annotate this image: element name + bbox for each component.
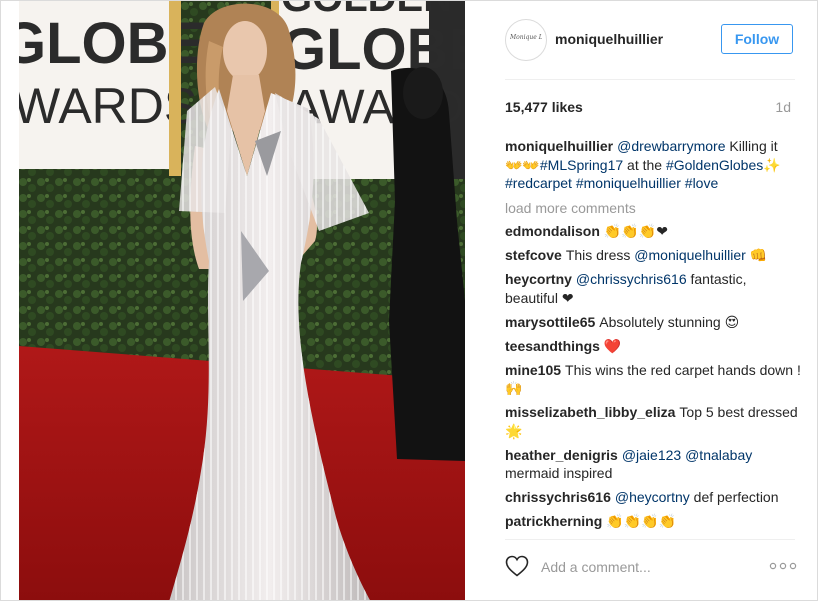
comment-text: 👏👏👏❤ (603, 223, 668, 239)
caption-text-2: at the (623, 156, 666, 173)
comment-mention[interactable]: @heycortny (615, 489, 690, 505)
comment-mention[interactable]: @jaie123 (622, 447, 681, 463)
like-count[interactable]: 15,477 likes (505, 99, 583, 115)
caption-hashtag-mlspring17[interactable]: #MLSpring17 (540, 157, 623, 173)
post-username[interactable]: moniquelhuillier (555, 31, 663, 47)
load-more-comments-link[interactable]: load more comments (505, 199, 801, 218)
sign-text-globe-right: GLOBE (281, 17, 465, 82)
comment-text: Absolutely stunning 😍 (599, 313, 740, 330)
comment-mention[interactable]: @moniquelhuillier (634, 247, 746, 263)
comment-item: edmondalison 👏👏👏❤ (505, 222, 801, 241)
comment-item: heather_denigris @jaie123 @tnalabay merma… (505, 446, 801, 483)
comment-item: mine105 This wins the red carpet hands do… (505, 361, 801, 398)
comment-username[interactable]: patrickherning (505, 513, 602, 529)
caption-hashtag-goldenglobes[interactable]: #GoldenGlobes (666, 157, 763, 173)
header-divider (505, 79, 795, 80)
follow-button[interactable]: Follow (721, 24, 793, 54)
avatar[interactable]: Monique Lhuillier (505, 19, 547, 61)
comment-item: stefcove This dress @moniquelhuillier 👊 (505, 246, 801, 265)
comment-text: ❤️ (603, 337, 622, 354)
comment-username[interactable]: misselizabeth_libby_eliza (505, 404, 675, 420)
comment-text: mermaid inspired (505, 465, 613, 481)
comment-item: teesandthings ❤️ (505, 337, 801, 356)
comment-username[interactable]: chrissychris616 (505, 489, 611, 505)
comment-username[interactable]: heather_denigris (505, 447, 618, 463)
caption-hashtag-moniquelhuillier[interactable]: #moniquelhuillier (576, 175, 681, 191)
comment-username[interactable]: heycortny (505, 271, 572, 287)
comment-emoji: 👊 (745, 247, 768, 263)
caption-hashtag-redcarpet[interactable]: #redcarpet (505, 175, 572, 191)
post-dialog: GLOBE WARDS GOLDEN GLOBE AWARDS (0, 0, 818, 601)
comments-list[interactable]: moniquelhuillier @drewbarrymore Killing i… (505, 137, 801, 535)
comment-username[interactable]: marysottile65 (505, 314, 595, 330)
more-options-icon[interactable] (769, 559, 797, 573)
comment-item: marysottile65 Absolutely stunning 😍 (505, 313, 801, 332)
caption-hashtag-love[interactable]: #love (685, 175, 718, 191)
caption-emoji-sparkles: ✨ (763, 156, 781, 173)
post-photo[interactable]: GLOBE WARDS GOLDEN GLOBE AWARDS (19, 1, 465, 600)
post-details-panel: Monique Lhuillier moniquelhuillier Follo… (489, 1, 817, 600)
comment-text: def perfection (689, 489, 779, 505)
comment-username[interactable]: edmondalison (505, 223, 600, 239)
caption-mention[interactable]: @drewbarrymore (617, 138, 725, 154)
heart-icon[interactable] (505, 555, 531, 579)
post-age[interactable]: 1d (775, 99, 791, 115)
post-header: Monique Lhuillier moniquelhuillier Follo… (505, 19, 795, 63)
avatar-logo-text: Monique Lhuillier (510, 34, 542, 41)
caption-emoji-hands: 👐👐 (505, 156, 540, 173)
comment-username[interactable]: teesandthings (505, 338, 600, 354)
comment-username[interactable]: stefcove (505, 247, 562, 263)
comments-divider (505, 539, 795, 540)
comment-text: 👏👏👏👏 (606, 513, 676, 529)
comment-username[interactable]: mine105 (505, 362, 561, 378)
comment-item: patrickherning 👏👏👏👏 (505, 512, 801, 531)
comment-mention[interactable]: @chrissychris616 (576, 271, 687, 287)
post-caption: moniquelhuillier @drewbarrymore Killing i… (505, 137, 801, 193)
comment-item: chrissychris616 @heycortny def perfection (505, 488, 801, 507)
add-comment-input[interactable] (539, 555, 753, 579)
caption-username[interactable]: moniquelhuillier (505, 138, 613, 154)
add-comment-bar (505, 549, 805, 585)
comment-text: This dress (565, 247, 635, 263)
caption-text: Killing it (725, 138, 778, 154)
comment-item: misselizabeth_libby_eliza Top 5 best dres… (505, 403, 801, 440)
comment-mention-2[interactable]: @tnalabay (685, 447, 752, 463)
comment-item: heycortny @chrissychris616 fantastic, bea… (505, 270, 801, 307)
